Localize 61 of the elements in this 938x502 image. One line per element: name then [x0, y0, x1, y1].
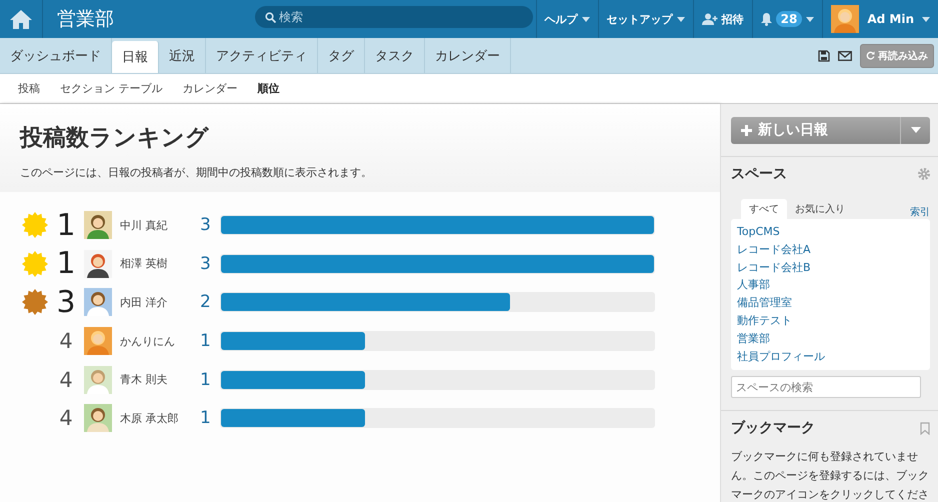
search-field[interactable]: 検索: [255, 6, 533, 28]
section-title: ブックマーク: [731, 419, 815, 437]
subnav-link[interactable]: 投稿: [8, 81, 50, 96]
user-name[interactable]: 中川 真紀: [112, 218, 200, 233]
bell-icon: [760, 12, 772, 26]
space-tab[interactable]: お気に入り: [787, 198, 853, 219]
user-name: Ad Min: [867, 12, 914, 26]
refresh-icon: [866, 51, 875, 60]
caret-icon: [922, 16, 930, 22]
post-count: 2: [200, 292, 212, 312]
space-link[interactable]: 備品管理室: [737, 294, 924, 312]
home-icon: [10, 9, 32, 29]
space-title: 営業部: [56, 7, 115, 32]
nav-tab[interactable]: 日報: [112, 41, 159, 73]
page-description: このページには、日報の投稿者が、期間中の投稿数順に表示されます。: [20, 165, 373, 180]
rank-number: 4: [58, 329, 74, 354]
caret-icon: [582, 16, 590, 22]
subnav-link[interactable]: セクション テーブル: [50, 81, 172, 96]
rank-number: 1: [55, 246, 77, 282]
space-link[interactable]: 動作テスト: [737, 312, 924, 330]
user-plus-icon: [702, 13, 718, 25]
section-title: スペース: [731, 164, 787, 183]
space-link[interactable]: 社員プロフィール: [737, 348, 924, 366]
nav-tab[interactable]: タスク: [365, 38, 425, 73]
space-link[interactable]: 営業部: [737, 330, 924, 348]
nav-tab[interactable]: アクティビティ: [206, 38, 318, 73]
post-count: 1: [200, 408, 212, 428]
subnav-link[interactable]: カレンダー: [172, 81, 248, 96]
caret-icon: [676, 16, 685, 22]
post-count: 1: [200, 370, 212, 390]
user-name[interactable]: 青木 則夫: [112, 372, 200, 388]
user-name[interactable]: 相澤 英樹: [112, 256, 200, 272]
nav-tab[interactable]: カレンダー: [425, 38, 511, 73]
subnav-link[interactable]: 順位: [248, 81, 290, 96]
caret-icon: [910, 127, 920, 134]
nav-tab[interactable]: 近況: [159, 38, 206, 73]
plus-icon: [741, 124, 752, 136]
search-icon: [265, 12, 276, 23]
space-link[interactable]: 人事部: [737, 276, 924, 294]
rank-number: 3: [55, 284, 77, 320]
user-name[interactable]: 内田 洋介: [112, 294, 200, 310]
index-link[interactable]: 索引: [910, 204, 930, 219]
page-title: 投稿数ランキング: [20, 124, 210, 153]
nav-tab[interactable]: タグ: [318, 38, 365, 73]
user-name[interactable]: 木原 承太郎: [112, 410, 200, 426]
space-search-field[interactable]: スペースの検索: [731, 376, 921, 398]
space-link[interactable]: TopCMS: [737, 222, 924, 241]
bookmark-message: ブックマークに何も登録されていません。このページを登録するには、ブックマークのアイコンをクリックしてくださ: [731, 449, 930, 502]
space-link[interactable]: レコード会社A: [737, 240, 924, 259]
save-icon[interactable]: [818, 50, 830, 62]
mail-icon[interactable]: [838, 50, 852, 60]
user-name[interactable]: かんりにん: [112, 334, 200, 349]
space-tab[interactable]: すべて: [741, 198, 787, 219]
post-count: 3: [200, 215, 212, 236]
rank-number: 4: [58, 406, 74, 430]
post-count: 1: [200, 331, 212, 352]
space-link[interactable]: レコード会社B: [737, 258, 924, 276]
rank-number: 4: [58, 368, 74, 392]
rank-number: 1: [55, 208, 77, 243]
post-count: 3: [200, 254, 212, 274]
caret-icon: [806, 16, 814, 22]
